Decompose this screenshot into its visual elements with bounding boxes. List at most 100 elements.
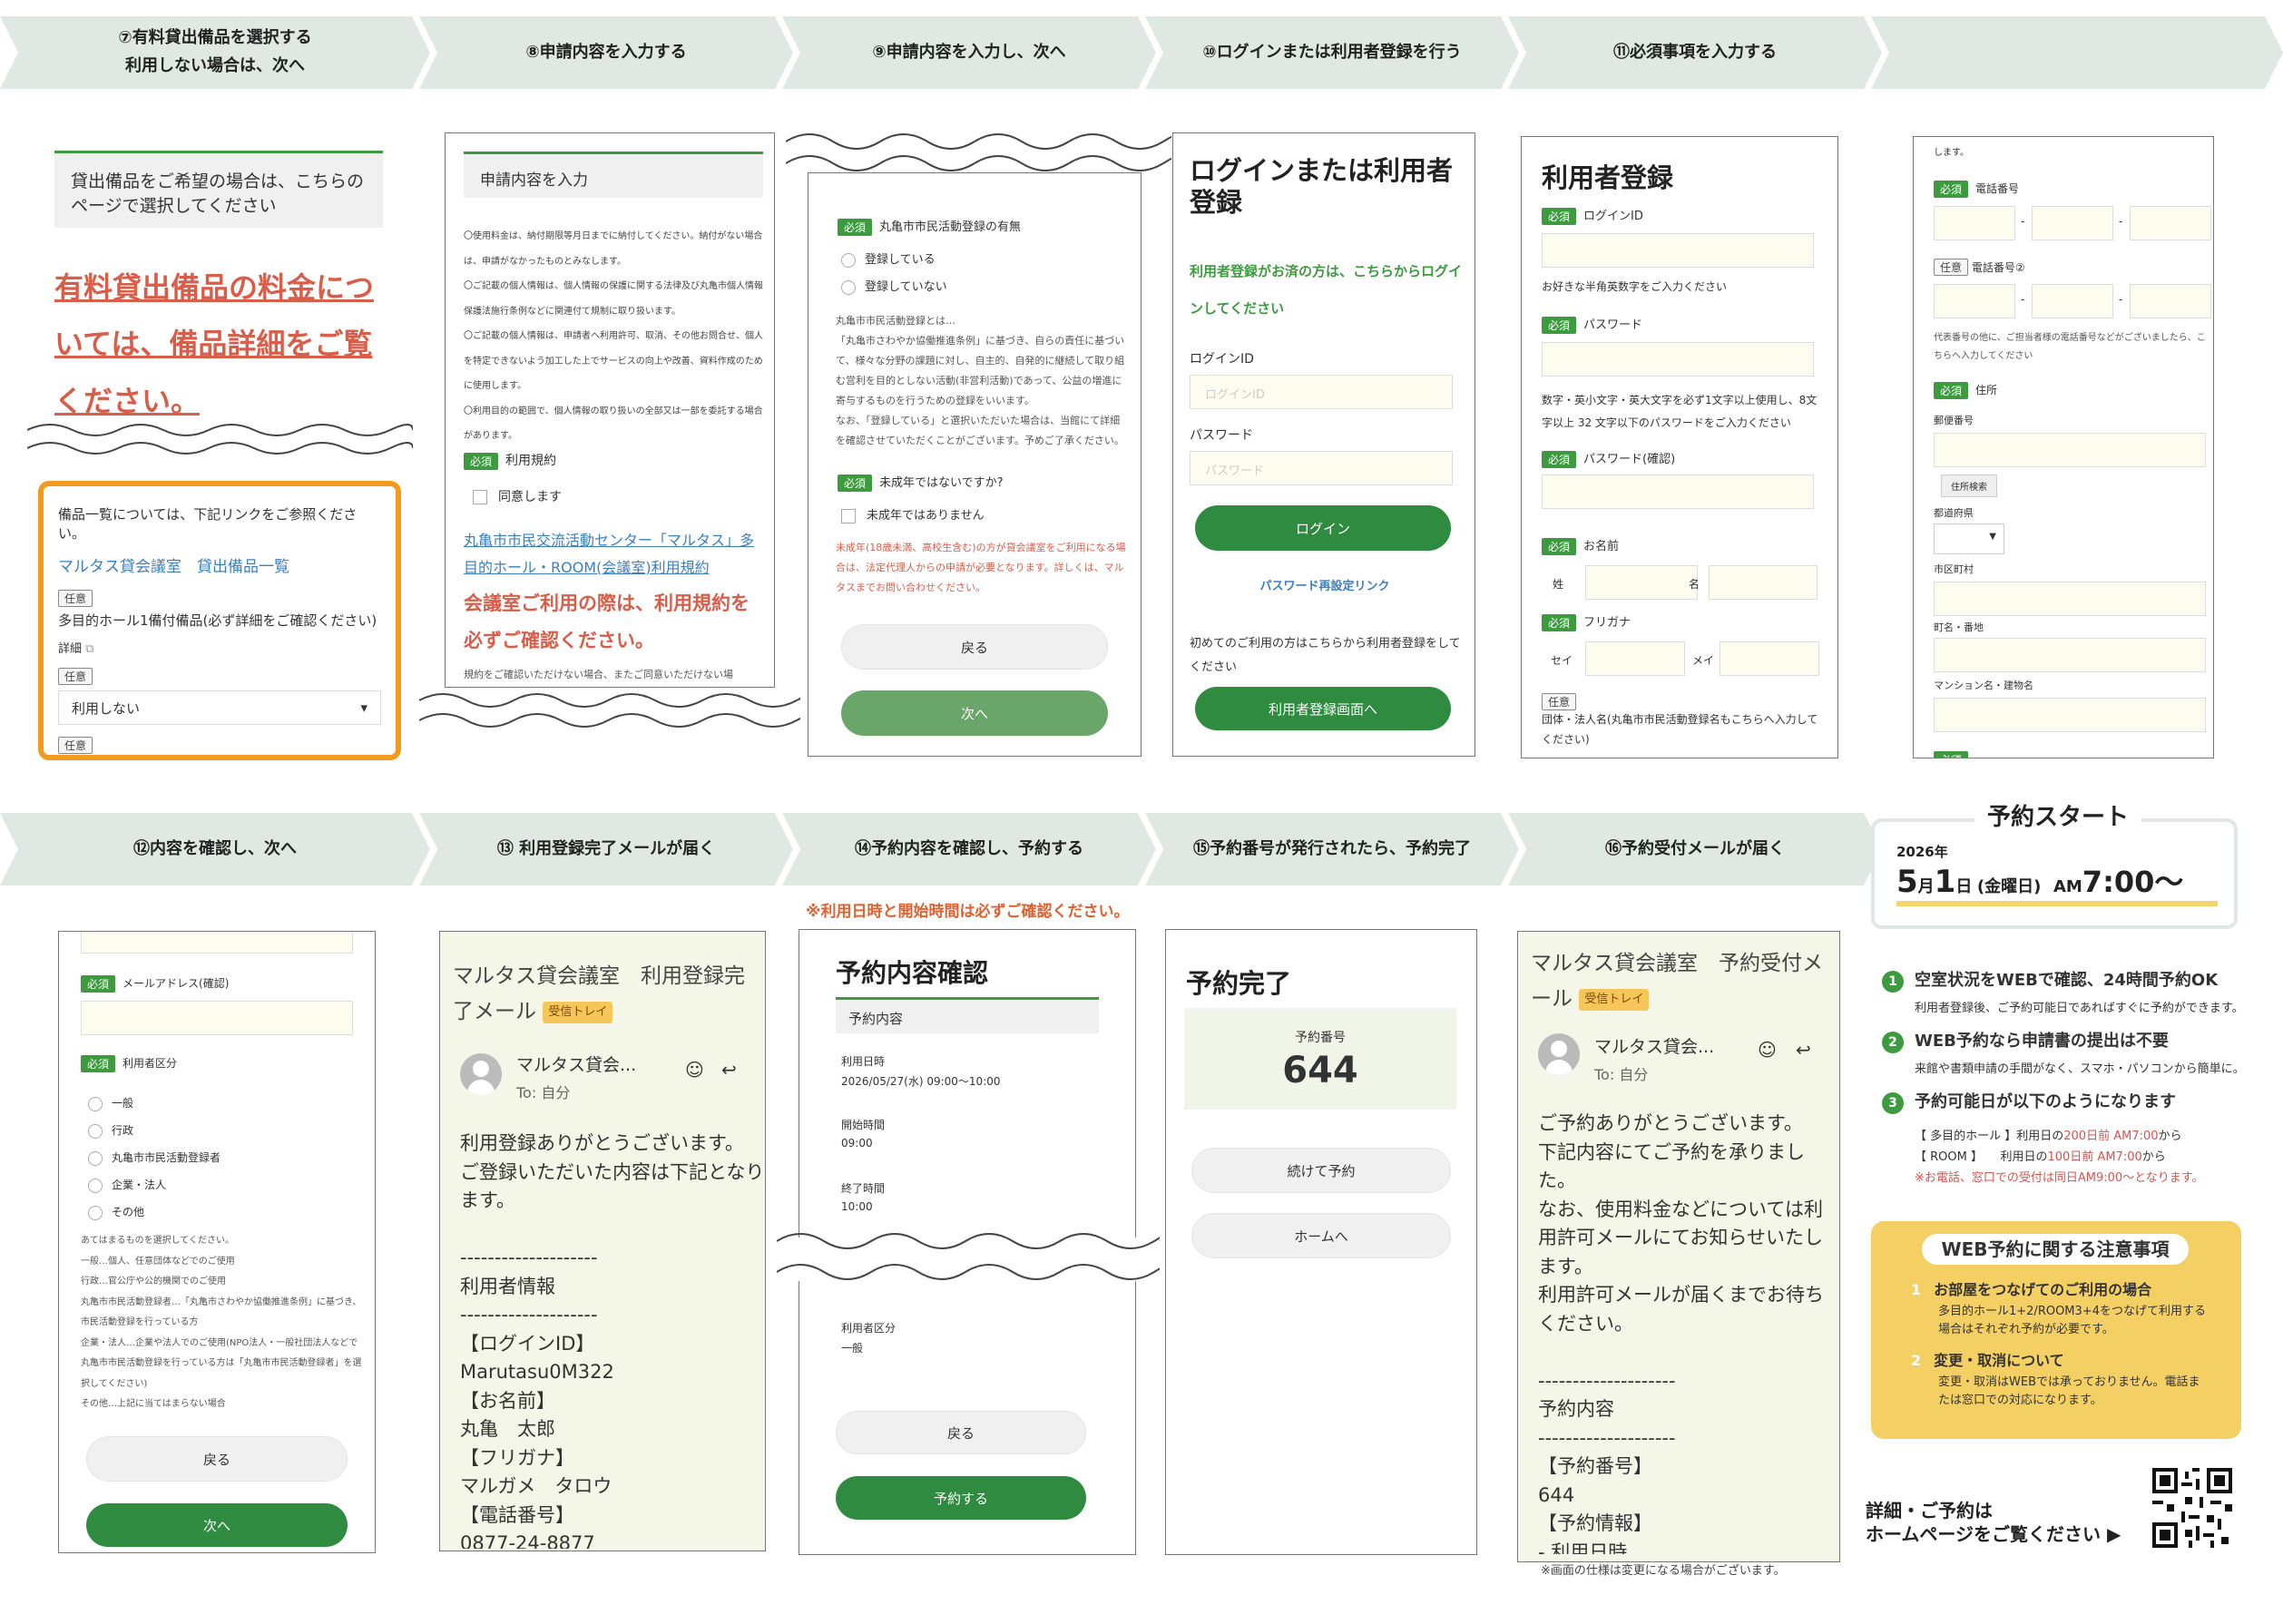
reserve-button[interactable]: 予約する: [836, 1476, 1086, 1520]
back-button[interactable]: 戻る: [841, 624, 1108, 670]
mei-kana-input[interactable]: [1720, 641, 1819, 676]
radio-category[interactable]: [88, 1123, 103, 1139]
caution-num: 2: [1911, 1352, 1922, 1369]
radio-category[interactable]: [88, 1096, 103, 1111]
continue-reservation-button[interactable]: 続けて予約: [1191, 1148, 1451, 1193]
email-confirm-input[interactable]: [81, 1001, 353, 1035]
register-password-label: パスワード: [1583, 318, 1643, 332]
email-input-cut[interactable]: [81, 932, 353, 954]
mei-input[interactable]: [1709, 565, 1818, 600]
required-badge: 必須: [838, 219, 873, 236]
phone-label: 電話番号: [1975, 182, 2020, 195]
optional-badge: 任意: [58, 737, 93, 754]
confirm-title: 予約内容確認: [836, 958, 989, 988]
equipment-item-name: 多目的ホール1備付備品(必ず詳細をご確認ください): [58, 612, 377, 629]
panel-16: マルタス貸会議室 予約受付メール 受信トレイ マルタス貸会... To: 自分 …: [1517, 931, 1840, 1562]
street-input[interactable]: [1934, 638, 2206, 672]
register-id-input[interactable]: [1542, 233, 1814, 268]
start-time: 7:00～: [2082, 865, 2184, 899]
step-16-label: ⑯予約受付メールが届く: [1508, 813, 1882, 885]
password-label: パスワード: [1190, 428, 1253, 443]
zip-input[interactable]: [1934, 433, 2206, 467]
emoji-icon[interactable]: ☺: [1758, 1039, 1777, 1061]
phone2-part1[interactable]: [1934, 284, 2015, 318]
register-id-note: お好きな半角英数字をご入力ください: [1542, 280, 1728, 293]
avail-hall-days: 200日前 AM7:00: [2063, 1130, 2159, 1143]
step-13-label: ⑬ 利用登録完了メールが届く: [419, 813, 793, 885]
dash: -: [2119, 215, 2123, 228]
highlight-box: 備品一覧については、下記リンクをご参照ください。 マルタス貸会議室 貸出備品一覧…: [38, 481, 401, 760]
civic-registration-description: 丸亀市市民活動登録とは… 「丸亀市さわやか協働推進条例」に基づき、自らの責任に基…: [836, 315, 1125, 446]
category-option: 一般: [112, 1097, 134, 1110]
radio-not-registered[interactable]: [841, 279, 856, 295]
agree-checkbox[interactable]: [473, 490, 487, 504]
avatar-icon: [460, 1053, 502, 1095]
login-id-label: ログインID: [1190, 352, 1254, 367]
start-year: 2026年: [1896, 844, 1948, 860]
city-input[interactable]: [1934, 582, 2206, 616]
back-button[interactable]: 戻る: [86, 1436, 348, 1482]
optional-badge: 任意: [58, 590, 93, 607]
detail-link[interactable]: 詳細: [58, 642, 82, 656]
category-label: 利用者区分: [841, 1322, 897, 1335]
next-button[interactable]: 次へ: [86, 1503, 348, 1547]
equipment-fee-link[interactable]: 有料貸出備品の料金については、備品詳細をご覧ください。: [54, 259, 390, 429]
feature-title: 空室状況をWEBで確認、24時間予約OK: [1915, 971, 2219, 990]
address-search-button[interactable]: 住所検索: [1941, 474, 1997, 497]
caution-item-text: 変更・取消はWEBでは承っておりません。電話または窓口での対応になります。: [1938, 1375, 2200, 1408]
radio-category[interactable]: [88, 1178, 103, 1193]
emoji-icon[interactable]: ☺: [685, 1059, 704, 1081]
reply-icon[interactable]: ↩: [1796, 1039, 1811, 1061]
feature-number: 3: [1882, 1092, 1904, 1114]
phone-part3[interactable]: [2130, 206, 2211, 240]
end-label: 終了時間: [841, 1182, 886, 1195]
password-input[interactable]: パスワード: [1190, 451, 1453, 485]
phone-part2[interactable]: [2032, 206, 2113, 240]
adult-checkbox[interactable]: [841, 508, 856, 523]
optional-badge: 任意: [58, 668, 93, 685]
sei-input[interactable]: [1585, 565, 1698, 600]
radio-registered[interactable]: [841, 252, 856, 268]
step-15-label: ⑮予約番号が発行されたら、予約完了: [1145, 813, 1519, 885]
homepage-link[interactable]: 詳細・ご予約は ホームページをご覧ください ▶: [1866, 1499, 2121, 1546]
radio-category[interactable]: [88, 1205, 103, 1220]
building-input[interactable]: [1934, 698, 2206, 732]
sei-label: 姓: [1553, 578, 1564, 591]
back-button[interactable]: 戻る: [836, 1411, 1086, 1454]
next-button[interactable]: 次へ: [841, 690, 1108, 736]
reply-icon[interactable]: ↩: [721, 1059, 737, 1081]
end-value: 10:00: [841, 1200, 873, 1213]
mail-title: マルタス貸会議室 予約受付メール: [1531, 952, 1823, 1012]
start-box: 予約スタート 2026年 5月1日 (金曜日) AM7:00～: [1871, 798, 2238, 929]
equipment-list-link[interactable]: マルタス貸会議室 貸出備品一覧: [58, 553, 381, 576]
register-button[interactable]: 利用者登録画面へ: [1195, 687, 1451, 730]
step-10-label: ⑩ログインまたは利用者登録を行う: [1145, 16, 1519, 89]
sei-kana-input[interactable]: [1585, 641, 1685, 676]
panel-11-continued: します。 必須 電話番号 - - 任意 電話番号② - - 代表番号の他に、ご担当…: [1913, 136, 2214, 758]
panel-13: マルタス貸会議室 利用登録完了メール 受信トレイ マルタス貸会... To: 自…: [439, 931, 766, 1551]
home-button[interactable]: ホームへ: [1191, 1213, 1451, 1258]
phone2-part2[interactable]: [2032, 284, 2113, 318]
required-badge: 必須: [1542, 614, 1577, 631]
caret-down-icon: ▼: [1989, 532, 1996, 542]
start-am: AM: [2053, 877, 2082, 896]
phone2-part3[interactable]: [2130, 284, 2211, 318]
terms-warning: 会議室ご利用の際は、利用規約を必ずご確認ください。: [464, 592, 750, 651]
login-id-input[interactable]: ログインID: [1190, 375, 1453, 409]
qr-code-icon[interactable]: [2152, 1468, 2232, 1548]
pref-select[interactable]: ▼: [1934, 523, 2004, 554]
radio-category[interactable]: [88, 1150, 103, 1166]
avatar-icon: [1538, 1033, 1580, 1075]
phone-part1[interactable]: [1934, 206, 2015, 240]
mei-label: 名: [1689, 578, 1700, 591]
password-reset-link[interactable]: パスワード再設定リンク: [1173, 576, 1475, 593]
terms-link[interactable]: 丸亀市市民交流活動センター「マルタス」多目的ホール・ROOM(会議室)利用規約: [464, 527, 768, 581]
equipment-select[interactable]: 利用しない ▾: [58, 690, 381, 725]
required-badge: 必須: [1542, 451, 1577, 468]
avail-room-tail: から: [2141, 1150, 2166, 1164]
register-password-confirm-input[interactable]: [1542, 474, 1814, 509]
panel-8: 申請内容を入力 〇使用料金は、納付期限等月日までに納付してください。納付がない場…: [445, 132, 775, 688]
register-password-input[interactable]: [1542, 342, 1814, 377]
required-badge: 必須: [1934, 751, 1969, 758]
login-button[interactable]: ログイン: [1195, 505, 1451, 551]
